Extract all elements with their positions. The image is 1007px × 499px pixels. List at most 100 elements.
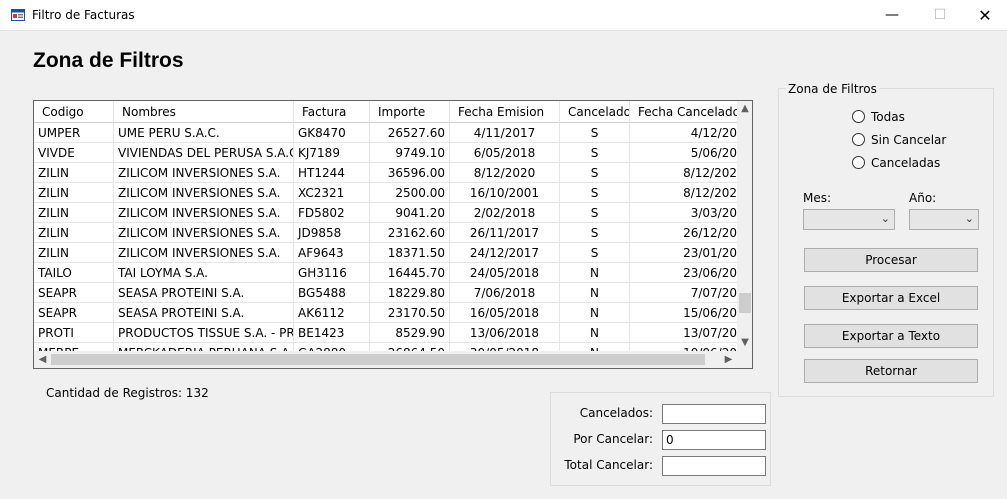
table-row[interactable]: ZILIN ZILICOM INVERSIONES S.A. FD5802 90… bbox=[34, 203, 738, 223]
cancelled-input[interactable] bbox=[662, 404, 766, 424]
cell-importe: 36596.00 bbox=[370, 163, 450, 183]
cell-codigo: TAILO bbox=[34, 263, 114, 283]
month-select[interactable]: ⌄ bbox=[803, 209, 895, 230]
month-label: Mes: bbox=[803, 191, 832, 205]
cell-factura: HT1244 bbox=[294, 163, 370, 183]
table-row[interactable]: UMPER UME PERU S.A.C. GK8470 26527.60 4/… bbox=[34, 123, 738, 143]
cell-fecha-cancelado: 8/12/202 bbox=[630, 163, 738, 183]
scroll-right-arrow-icon[interactable]: ▶ bbox=[720, 351, 737, 368]
filters-group-title: Zona de Filtros bbox=[786, 82, 879, 96]
vertical-scrollbar[interactable]: ▲ ▼ bbox=[737, 101, 752, 351]
column-header-codigo[interactable]: Codigo bbox=[34, 101, 114, 123]
radio-label: Canceladas bbox=[871, 156, 941, 170]
column-header-fecha-cancelado[interactable]: Fecha Cancelado bbox=[630, 101, 738, 123]
cell-importe: 9749.10 bbox=[370, 143, 450, 163]
cell-factura: GH3116 bbox=[294, 263, 370, 283]
table-row[interactable]: SEAPR SEASA PROTEINI S.A. AK6112 23170.5… bbox=[34, 303, 738, 323]
column-header-nombres[interactable]: Nombres bbox=[114, 101, 294, 123]
maximize-button[interactable]: ☐ bbox=[917, 0, 963, 31]
chevron-down-icon: ⌄ bbox=[880, 212, 890, 225]
cell-codigo: ZILIN bbox=[34, 163, 114, 183]
cell-codigo: ZILIN bbox=[34, 223, 114, 243]
table-row[interactable]: ZILIN ZILICOM INVERSIONES S.A. AF9643 18… bbox=[34, 243, 738, 263]
radio-circle-icon[interactable] bbox=[852, 133, 865, 146]
cell-fecha-cancelado: 5/06/20 bbox=[630, 143, 738, 163]
cell-codigo: VIVDE bbox=[34, 143, 114, 163]
cell-nombres: TAI LOYMA S.A. bbox=[114, 263, 294, 283]
table-row[interactable]: TAILO TAI LOYMA S.A. GH3116 16445.70 24/… bbox=[34, 263, 738, 283]
year-select[interactable]: ⌄ bbox=[909, 209, 979, 230]
table-row[interactable]: ZILIN ZILICOM INVERSIONES S.A. HT1244 36… bbox=[34, 163, 738, 183]
total-input[interactable] bbox=[662, 456, 766, 476]
cell-factura: AK6112 bbox=[294, 303, 370, 323]
cell-fecha-cancelado: 7/07/20 bbox=[630, 283, 738, 303]
column-header-factura[interactable]: Factura bbox=[294, 101, 370, 123]
cell-nombres: ZILICOM INVERSIONES S.A. bbox=[114, 243, 294, 263]
cell-fecha-emision: 24/12/2017 bbox=[450, 243, 560, 263]
column-header-cancelado[interactable]: Cancelado bbox=[560, 101, 630, 123]
column-header-fecha-emision[interactable]: Fecha Emision bbox=[450, 101, 560, 123]
cell-fecha-cancelado: 26/12/20 bbox=[630, 223, 738, 243]
cell-cancelado: N bbox=[560, 263, 630, 283]
chevron-down-icon: ⌄ bbox=[964, 212, 974, 225]
column-header-importe[interactable]: Importe bbox=[370, 101, 450, 123]
cell-fecha-cancelado: 23/06/20 bbox=[630, 263, 738, 283]
table-row[interactable]: SEAPR SEASA PROTEINI S.A. BG5488 18229.8… bbox=[34, 283, 738, 303]
cell-importe: 9041.20 bbox=[370, 203, 450, 223]
close-button[interactable]: ✕ bbox=[962, 0, 1007, 31]
cell-factura: AF9643 bbox=[294, 243, 370, 263]
cell-importe: 16445.70 bbox=[370, 263, 450, 283]
export-excel-button[interactable]: Exportar a Excel bbox=[804, 286, 978, 310]
table-row[interactable]: ZILIN ZILICOM INVERSIONES S.A. XC2321 25… bbox=[34, 183, 738, 203]
process-button[interactable]: Procesar bbox=[804, 248, 978, 272]
title-bar: Filtro de Facturas — ☐ ✕ bbox=[0, 0, 1007, 31]
cell-importe: 8529.90 bbox=[370, 323, 450, 343]
table-row[interactable]: VIVDE VIVIENDAS DEL PERUSA S.A.C. KJ7189… bbox=[34, 143, 738, 163]
cell-factura: GK8470 bbox=[294, 123, 370, 143]
cell-cancelado: S bbox=[560, 203, 630, 223]
table-row[interactable]: ZILIN ZILICOM INVERSIONES S.A. JD9858 23… bbox=[34, 223, 738, 243]
cell-importe: 23170.50 bbox=[370, 303, 450, 323]
horizontal-scrollbar[interactable]: ◀ ▶ bbox=[34, 351, 737, 368]
cell-codigo: SEAPR bbox=[34, 303, 114, 323]
cell-factura: JD9858 bbox=[294, 223, 370, 243]
cell-importe: 2500.00 bbox=[370, 183, 450, 203]
scroll-up-arrow-icon[interactable]: ▲ bbox=[737, 101, 752, 117]
invoices-grid[interactable]: Codigo Nombres Factura Importe Fecha Emi… bbox=[33, 100, 753, 369]
horizontal-scroll-thumb[interactable] bbox=[51, 354, 705, 365]
cell-nombres: PRODUCTOS TISSUE S.A. - PR... bbox=[114, 323, 294, 343]
vertical-scroll-thumb[interactable] bbox=[739, 293, 751, 313]
cell-fecha-cancelado: 13/07/20 bbox=[630, 323, 738, 343]
return-button[interactable]: Retornar bbox=[804, 359, 978, 383]
radio-circle-icon[interactable] bbox=[852, 156, 865, 169]
cell-cancelado: N bbox=[560, 323, 630, 343]
pending-label: Por Cancelar: bbox=[573, 432, 653, 446]
cell-fecha-emision: 13/06/2018 bbox=[450, 323, 560, 343]
cell-nombres: ZILICOM INVERSIONES S.A. bbox=[114, 163, 294, 183]
year-label: Año: bbox=[909, 191, 937, 205]
minimize-button[interactable]: — bbox=[869, 0, 915, 31]
cell-fecha-cancelado: 3/03/20 bbox=[630, 203, 738, 223]
cell-importe: 18371.50 bbox=[370, 243, 450, 263]
window-title: Filtro de Facturas bbox=[32, 8, 135, 22]
cell-fecha-emision: 16/10/2001 bbox=[450, 183, 560, 203]
cell-factura: XC2321 bbox=[294, 183, 370, 203]
cell-importe: 18229.80 bbox=[370, 283, 450, 303]
cell-cancelado: S bbox=[560, 243, 630, 263]
export-text-button[interactable]: Exportar a Texto bbox=[804, 324, 978, 348]
cell-factura: FD5802 bbox=[294, 203, 370, 223]
cell-factura: KJ7189 bbox=[294, 143, 370, 163]
total-label: Total Cancelar: bbox=[564, 458, 653, 472]
grid-header: Codigo Nombres Factura Importe Fecha Emi… bbox=[34, 101, 738, 123]
cell-cancelado: N bbox=[560, 303, 630, 323]
cell-codigo: ZILIN bbox=[34, 183, 114, 203]
table-row[interactable]: PROTI PRODUCTOS TISSUE S.A. - PR... BE14… bbox=[34, 323, 738, 343]
scroll-down-arrow-icon[interactable]: ▼ bbox=[737, 335, 752, 351]
cell-nombres: SEASA PROTEINI S.A. bbox=[114, 303, 294, 323]
cell-codigo: PROTI bbox=[34, 323, 114, 343]
pending-input[interactable] bbox=[662, 430, 766, 450]
radio-circle-icon[interactable] bbox=[852, 110, 865, 123]
scroll-left-arrow-icon[interactable]: ◀ bbox=[34, 351, 51, 368]
cell-nombres: UME PERU S.A.C. bbox=[114, 123, 294, 143]
cell-fecha-emision: 6/05/2018 bbox=[450, 143, 560, 163]
